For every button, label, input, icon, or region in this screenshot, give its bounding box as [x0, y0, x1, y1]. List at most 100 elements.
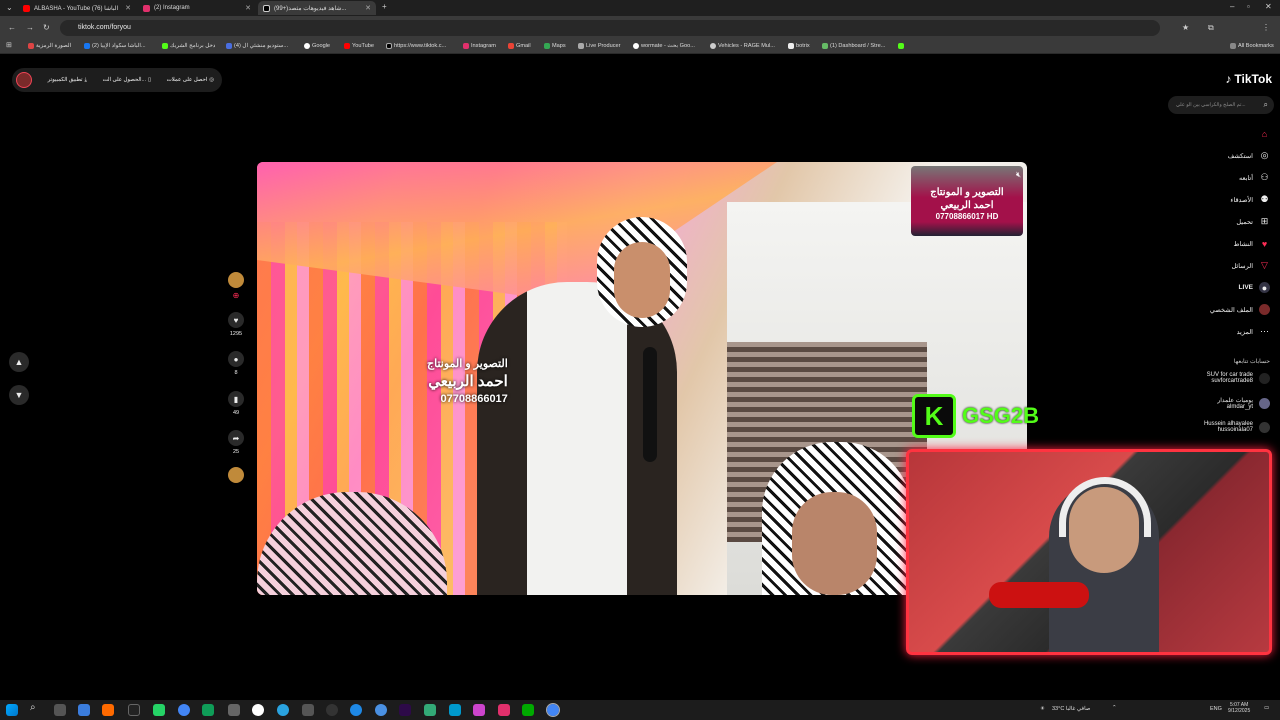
close-tab-icon[interactable]: ✕: [245, 4, 251, 12]
heart-icon: ♥: [228, 312, 244, 328]
chrome-icon[interactable]: [178, 704, 190, 716]
nav-home[interactable]: ⌂: [1259, 128, 1270, 139]
bookmark-item[interactable]: Maps: [544, 43, 566, 49]
app-icon[interactable]: [326, 704, 338, 716]
apps-icon[interactable]: ⊞: [6, 41, 12, 49]
app-icon[interactable]: [449, 704, 461, 716]
bookmark-item[interactable]: دخل برنامج الشريك: [162, 43, 215, 49]
url-input[interactable]: tiktok.com/foryou: [60, 20, 1160, 36]
desktop-app-button[interactable]: تطبيق الكمبيوتر ⤓: [48, 77, 87, 84]
all-bookmarks[interactable]: All Bookmarks: [1230, 43, 1274, 49]
bookmark-item[interactable]: https://www.tiktok.c...: [386, 43, 446, 49]
whatsapp-icon[interactable]: [153, 704, 165, 716]
following-account[interactable]: Hussein alhayalee hussoinala07: [1204, 421, 1270, 433]
get-coins-button[interactable]: احصل على عملات ◎: [167, 77, 214, 83]
app-icon[interactable]: [473, 704, 485, 716]
bookmark-item[interactable]: (1) Dashboard / Stre...: [822, 43, 885, 49]
app-icon[interactable]: [228, 704, 240, 716]
get-app-button[interactable]: الحصول على الت... ▯: [103, 77, 151, 83]
comment-button[interactable]: ● 8: [228, 351, 244, 376]
start-icon[interactable]: [6, 704, 18, 716]
like-button[interactable]: ♥ 1295: [228, 312, 244, 337]
nav-friends[interactable]: الأصدقاء ⚉: [1230, 194, 1270, 205]
bookmark-item[interactable]: Gmail: [508, 43, 531, 49]
skype-icon[interactable]: [350, 704, 362, 716]
tab-title: ALBASHA - YouTube الباشا (76): [34, 5, 119, 12]
nav-upload[interactable]: تحميل ⊞: [1236, 216, 1270, 227]
close-window-icon[interactable]: ✕: [1265, 2, 1272, 11]
bookmark-star-icon[interactable]: ★: [1182, 23, 1189, 32]
sound-disc[interactable]: [228, 467, 244, 486]
tab-tiktok[interactable]: (99+)شاهد فيديوهات مثصد... ✕: [258, 1, 376, 15]
app-icon[interactable]: [424, 704, 436, 716]
bookmark-item[interactable]: Live Producer: [578, 43, 621, 49]
nav-activity[interactable]: النشاط ♥: [1233, 238, 1270, 249]
notifications-icon[interactable]: ▭: [1264, 705, 1269, 711]
tab-search-icon[interactable]: ⌄: [6, 3, 13, 12]
gmail-icon: [508, 43, 514, 49]
previous-video-button[interactable]: ▲: [9, 352, 29, 372]
task-view-icon[interactable]: [54, 704, 66, 716]
chrome-active-icon[interactable]: [546, 703, 560, 717]
obs-icon[interactable]: [128, 704, 140, 716]
tab-instagram[interactable]: (2) Instagram ✕: [138, 1, 256, 15]
avatar[interactable]: [16, 72, 32, 88]
following-account[interactable]: SUV for car trade suvforcartrade8: [1207, 372, 1270, 384]
volume-icon[interactable]: 🔇︎: [1016, 170, 1021, 180]
close-tab-icon[interactable]: ✕: [125, 4, 131, 12]
bookmark-item[interactable]: [898, 43, 904, 49]
nav-more[interactable]: المزيد ⋯: [1237, 326, 1270, 337]
bookmark-item[interactable]: (4) ستوديو منشئي ال...: [226, 43, 288, 49]
reload-icon[interactable]: ↻: [43, 23, 50, 32]
nav-profile[interactable]: الملف الشخصي: [1210, 304, 1270, 315]
search-icon[interactable]: ⌕: [1264, 96, 1268, 114]
tab-youtube[interactable]: ALBASHA - YouTube الباشا (76) ✕: [18, 1, 136, 15]
app-icon[interactable]: [252, 704, 264, 716]
app-icon[interactable]: [78, 704, 90, 716]
app-icon[interactable]: [375, 704, 387, 716]
close-tab-icon[interactable]: ✕: [365, 4, 371, 12]
nav-messages[interactable]: الرسائل ▽: [1231, 260, 1270, 271]
maximize-icon[interactable]: ▫: [1247, 2, 1250, 11]
clock[interactable]: 5:07 AM 9/12/2025: [1228, 702, 1250, 714]
following-icon: ⚇: [1260, 172, 1269, 182]
tiktok-logo[interactable]: ♪ TikTok: [1225, 72, 1272, 86]
bookmark-item[interactable]: botrix: [788, 43, 810, 49]
new-tab-icon[interactable]: +: [382, 2, 387, 11]
app-icon[interactable]: [202, 704, 214, 716]
app-icon[interactable]: [102, 704, 114, 716]
menu-icon[interactable]: ⋮: [1262, 23, 1270, 32]
nav-explore[interactable]: استكشف ◎: [1228, 150, 1270, 161]
telegram-icon[interactable]: [277, 704, 289, 716]
bookmark-item[interactable]: Instagram: [463, 43, 496, 49]
back-icon[interactable]: ←: [8, 23, 16, 32]
account-handle: suvforcartrade8: [1211, 378, 1253, 384]
language-indicator[interactable]: ENG: [1210, 706, 1222, 712]
tray-chevron-icon[interactable]: ⌃: [1112, 705, 1117, 711]
search-input[interactable]: تم الصلح والكراسي بين الو علي... ⌕: [1168, 96, 1274, 114]
next-video-button[interactable]: ▼: [9, 385, 29, 405]
creator-avatar[interactable]: ⊕: [228, 272, 244, 300]
bookmark-item[interactable]: (2) الباشا سكواد الإبيا...: [84, 43, 146, 49]
save-button[interactable]: ▮ 49: [228, 391, 244, 416]
app-icon[interactable]: [522, 704, 534, 716]
follow-plus-icon[interactable]: ⊕: [233, 291, 240, 300]
nav-live[interactable]: LIVE ●: [1239, 282, 1270, 293]
nav-label: تحميل: [1236, 218, 1253, 226]
following-account[interactable]: يوميات علمدار almdar_yt: [1217, 397, 1270, 410]
bookmark-item[interactable]: Google: [304, 43, 330, 49]
bookmark-item[interactable]: Vehicles - RAGE Mul...: [710, 43, 775, 49]
bookmark-item[interactable]: الصورة الرمزية: [28, 43, 71, 49]
search-icon[interactable]: ⌕: [30, 702, 42, 714]
forward-icon[interactable]: →: [26, 23, 34, 32]
share-button[interactable]: ➦ 25: [228, 430, 244, 455]
bookmark-item[interactable]: YouTube: [344, 43, 374, 49]
bookmark-item[interactable]: wormate - بحث Goo...: [633, 43, 695, 49]
extensions-icon[interactable]: ⧉: [1208, 23, 1214, 33]
premiere-icon[interactable]: [399, 704, 411, 716]
app-icon[interactable]: [302, 704, 314, 716]
minimize-icon[interactable]: –: [1230, 2, 1234, 11]
tab-strip: ⌄ ALBASHA - YouTube الباشا (76) ✕ (2) In…: [0, 0, 1280, 16]
instagram-icon[interactable]: [498, 704, 510, 716]
nav-following[interactable]: أتابعه ⚇: [1239, 172, 1270, 183]
